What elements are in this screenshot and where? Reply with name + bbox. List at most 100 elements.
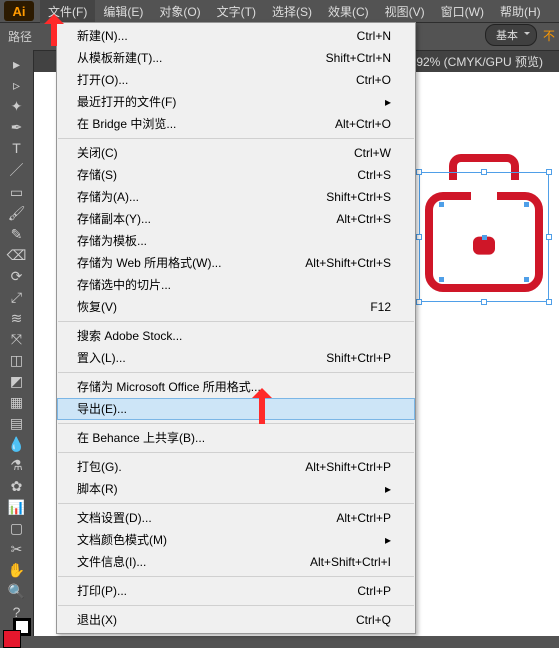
width-tool[interactable]: ≋ <box>5 310 29 327</box>
menu-视图(V)[interactable]: 视图(V) <box>377 0 433 23</box>
menu-item-label: 从模板新建(T)... <box>77 50 162 66</box>
menu-item-打包(G).[interactable]: 打包(G).Alt+Shift+Ctrl+P <box>57 456 415 478</box>
resize-handle[interactable] <box>546 299 552 305</box>
menu-item-搜索 Adobe Stock...[interactable]: 搜索 Adobe Stock... <box>57 325 415 347</box>
menu-item-文档颜色模式(M)[interactable]: 文档颜色模式(M)▸ <box>57 529 415 551</box>
perspective-tool[interactable]: ◩ <box>5 373 29 390</box>
menu-item-退出(X)[interactable]: 退出(X)Ctrl+Q <box>57 609 415 631</box>
resize-handle[interactable] <box>546 234 552 240</box>
color-swatches[interactable] <box>3 630 31 636</box>
menu-item-shortcut: Alt+Shift+Ctrl+S <box>305 255 391 271</box>
menu-item-label: 最近打开的文件(F) <box>77 94 176 110</box>
artboard-tool[interactable]: ▢ <box>5 520 29 537</box>
menu-item-文件信息(I)...[interactable]: 文件信息(I)...Alt+Shift+Ctrl+I <box>57 551 415 573</box>
resize-handle[interactable] <box>416 299 422 305</box>
line-tool[interactable]: ／ <box>5 160 29 180</box>
menu-item-存储副本(Y)...[interactable]: 存储副本(Y)...Alt+Ctrl+S <box>57 208 415 230</box>
menu-item-shortcut: ▸ <box>385 481 391 497</box>
menu-item-在 Bridge 中浏览...[interactable]: 在 Bridge 中浏览...Alt+Ctrl+O <box>57 113 415 135</box>
menu-选择(S)[interactable]: 选择(S) <box>264 0 320 23</box>
menu-item-label: 文件信息(I)... <box>77 554 146 570</box>
menu-separator <box>58 452 414 453</box>
menu-item-label: 存储为(A)... <box>77 189 139 205</box>
menu-编辑(E)[interactable]: 编辑(E) <box>95 0 151 23</box>
resize-handle[interactable] <box>481 169 487 175</box>
anchor-point[interactable] <box>524 277 529 282</box>
brush-tool[interactable]: 🖌 <box>5 205 29 222</box>
anchor-point[interactable] <box>482 235 487 240</box>
graph-tool[interactable]: 📊 <box>5 499 29 516</box>
menu-item-导出(E)...[interactable]: 导出(E)... <box>57 398 415 420</box>
pen-tool[interactable]: ✒ <box>5 119 29 136</box>
menu-item-label: 文档颜色模式(M) <box>77 532 167 548</box>
wand-tool[interactable]: ✦ <box>5 98 29 115</box>
menu-item-shortcut: Ctrl+W <box>354 145 391 161</box>
menu-item-shortcut: Alt+Ctrl+O <box>335 116 391 132</box>
menu-separator <box>58 423 414 424</box>
artwork-selection[interactable] <box>419 172 549 302</box>
hand-tool[interactable]: ✋ <box>5 562 29 579</box>
menu-item-置入(L)...[interactable]: 置入(L)...Shift+Ctrl+P <box>57 347 415 369</box>
eyedropper-tool[interactable]: 💧 <box>5 436 29 453</box>
menu-item-存储为 Microsoft Office 所用格式...[interactable]: 存储为 Microsoft Office 所用格式... <box>57 376 415 398</box>
zoom-tool[interactable]: 🔍 <box>5 583 29 600</box>
anchor-point[interactable] <box>439 202 444 207</box>
gradient-tool[interactable]: ▤ <box>5 415 29 432</box>
menu-separator <box>58 138 414 139</box>
resize-handle[interactable] <box>416 234 422 240</box>
menu-item-存储选中的切片...[interactable]: 存储选中的切片... <box>57 274 415 296</box>
shape-builder-tool[interactable]: ◫ <box>5 352 29 369</box>
menu-item-从模板新建(T)...[interactable]: 从模板新建(T)...Shift+Ctrl+N <box>57 47 415 69</box>
rotate-tool[interactable]: ⟳ <box>5 268 29 285</box>
slice-tool[interactable]: ✂ <box>5 541 29 558</box>
type-tool[interactable]: T <box>5 140 29 156</box>
menu-帮助(H)[interactable]: 帮助(H) <box>492 0 549 23</box>
menu-item-恢复(V)[interactable]: 恢复(V)F12 <box>57 296 415 318</box>
resize-handle[interactable] <box>546 169 552 175</box>
symbol-tool[interactable]: ✿ <box>5 478 29 495</box>
menu-item-shortcut: Ctrl+O <box>356 72 391 88</box>
app-icon: Ai <box>4 1 34 21</box>
menu-item-打开(O)...[interactable]: 打开(O)...Ctrl+O <box>57 69 415 91</box>
menu-item-label: 文档设置(D)... <box>77 510 152 526</box>
menu-item-存储为(A)...[interactable]: 存储为(A)...Shift+Ctrl+S <box>57 186 415 208</box>
scale-tool[interactable]: ⤢ <box>5 289 29 306</box>
menu-item-新建(N)...[interactable]: 新建(N)...Ctrl+N <box>57 25 415 47</box>
path-label: 路径 <box>8 28 32 45</box>
style-dropdown[interactable]: 基本 <box>485 24 537 46</box>
menu-窗口(W)[interactable]: 窗口(W) <box>433 0 492 23</box>
menu-item-shortcut: Alt+Ctrl+P <box>336 510 391 526</box>
menu-效果(C)[interactable]: 效果(C) <box>320 0 377 23</box>
menu-item-label: 存储为 Web 所用格式(W)... <box>77 255 221 271</box>
selection-tool[interactable]: ▸ <box>5 56 29 73</box>
menu-item-存储(S)[interactable]: 存储(S)Ctrl+S <box>57 164 415 186</box>
menu-文字(T)[interactable]: 文字(T) <box>209 0 264 23</box>
menu-item-在 Behance 上共享(B)...[interactable]: 在 Behance 上共享(B)... <box>57 427 415 449</box>
menu-item-最近打开的文件(F)[interactable]: 最近打开的文件(F)▸ <box>57 91 415 113</box>
anchor-point[interactable] <box>524 202 529 207</box>
menu-item-存储为 Web 所用格式(W)...[interactable]: 存储为 Web 所用格式(W)... Alt+Shift+Ctrl+S <box>57 252 415 274</box>
menubar: Ai 文件(F)编辑(E)对象(O)文字(T)选择(S)效果(C)视图(V)窗口… <box>0 0 559 22</box>
direct-select-tool[interactable]: ▹ <box>5 77 29 94</box>
resize-handle[interactable] <box>481 299 487 305</box>
menu-item-文档设置(D)...[interactable]: 文档设置(D)... Alt+Ctrl+P <box>57 507 415 529</box>
resize-handle[interactable] <box>416 169 422 175</box>
menu-item-label: 存储(S) <box>77 167 117 183</box>
free-transform-tool[interactable]: ⤧ <box>5 331 29 348</box>
pencil-tool[interactable]: ✎ <box>5 226 29 243</box>
blend-tool[interactable]: ⚗ <box>5 457 29 474</box>
eraser-tool[interactable]: ⌫ <box>5 247 29 264</box>
rect-tool[interactable]: ▭ <box>5 184 29 201</box>
menu-item-存储为模板...[interactable]: 存储为模板... <box>57 230 415 252</box>
toolbox: ▸▹✦✒T／▭🖌✎⌫⟳⤢≋⤧◫◩▦▤💧⚗✿📊▢✂✋🔍? <box>0 50 34 636</box>
menu-item-label: 存储选中的切片... <box>77 277 171 293</box>
menu-对象(O)[interactable]: 对象(O) <box>151 0 208 23</box>
menu-item-label: 搜索 Adobe Stock... <box>77 328 182 344</box>
menu-item-打印(P)...[interactable]: 打印(P)...Ctrl+P <box>57 580 415 602</box>
menu-item-关闭(C)[interactable]: 关闭(C)Ctrl+W <box>57 142 415 164</box>
menu-item-shortcut: Ctrl+N <box>357 28 391 44</box>
menu-item-label: 导出(E)... <box>77 401 127 417</box>
anchor-point[interactable] <box>439 277 444 282</box>
menu-item-脚本(R)[interactable]: 脚本(R)▸ <box>57 478 415 500</box>
mesh-tool[interactable]: ▦ <box>5 394 29 411</box>
